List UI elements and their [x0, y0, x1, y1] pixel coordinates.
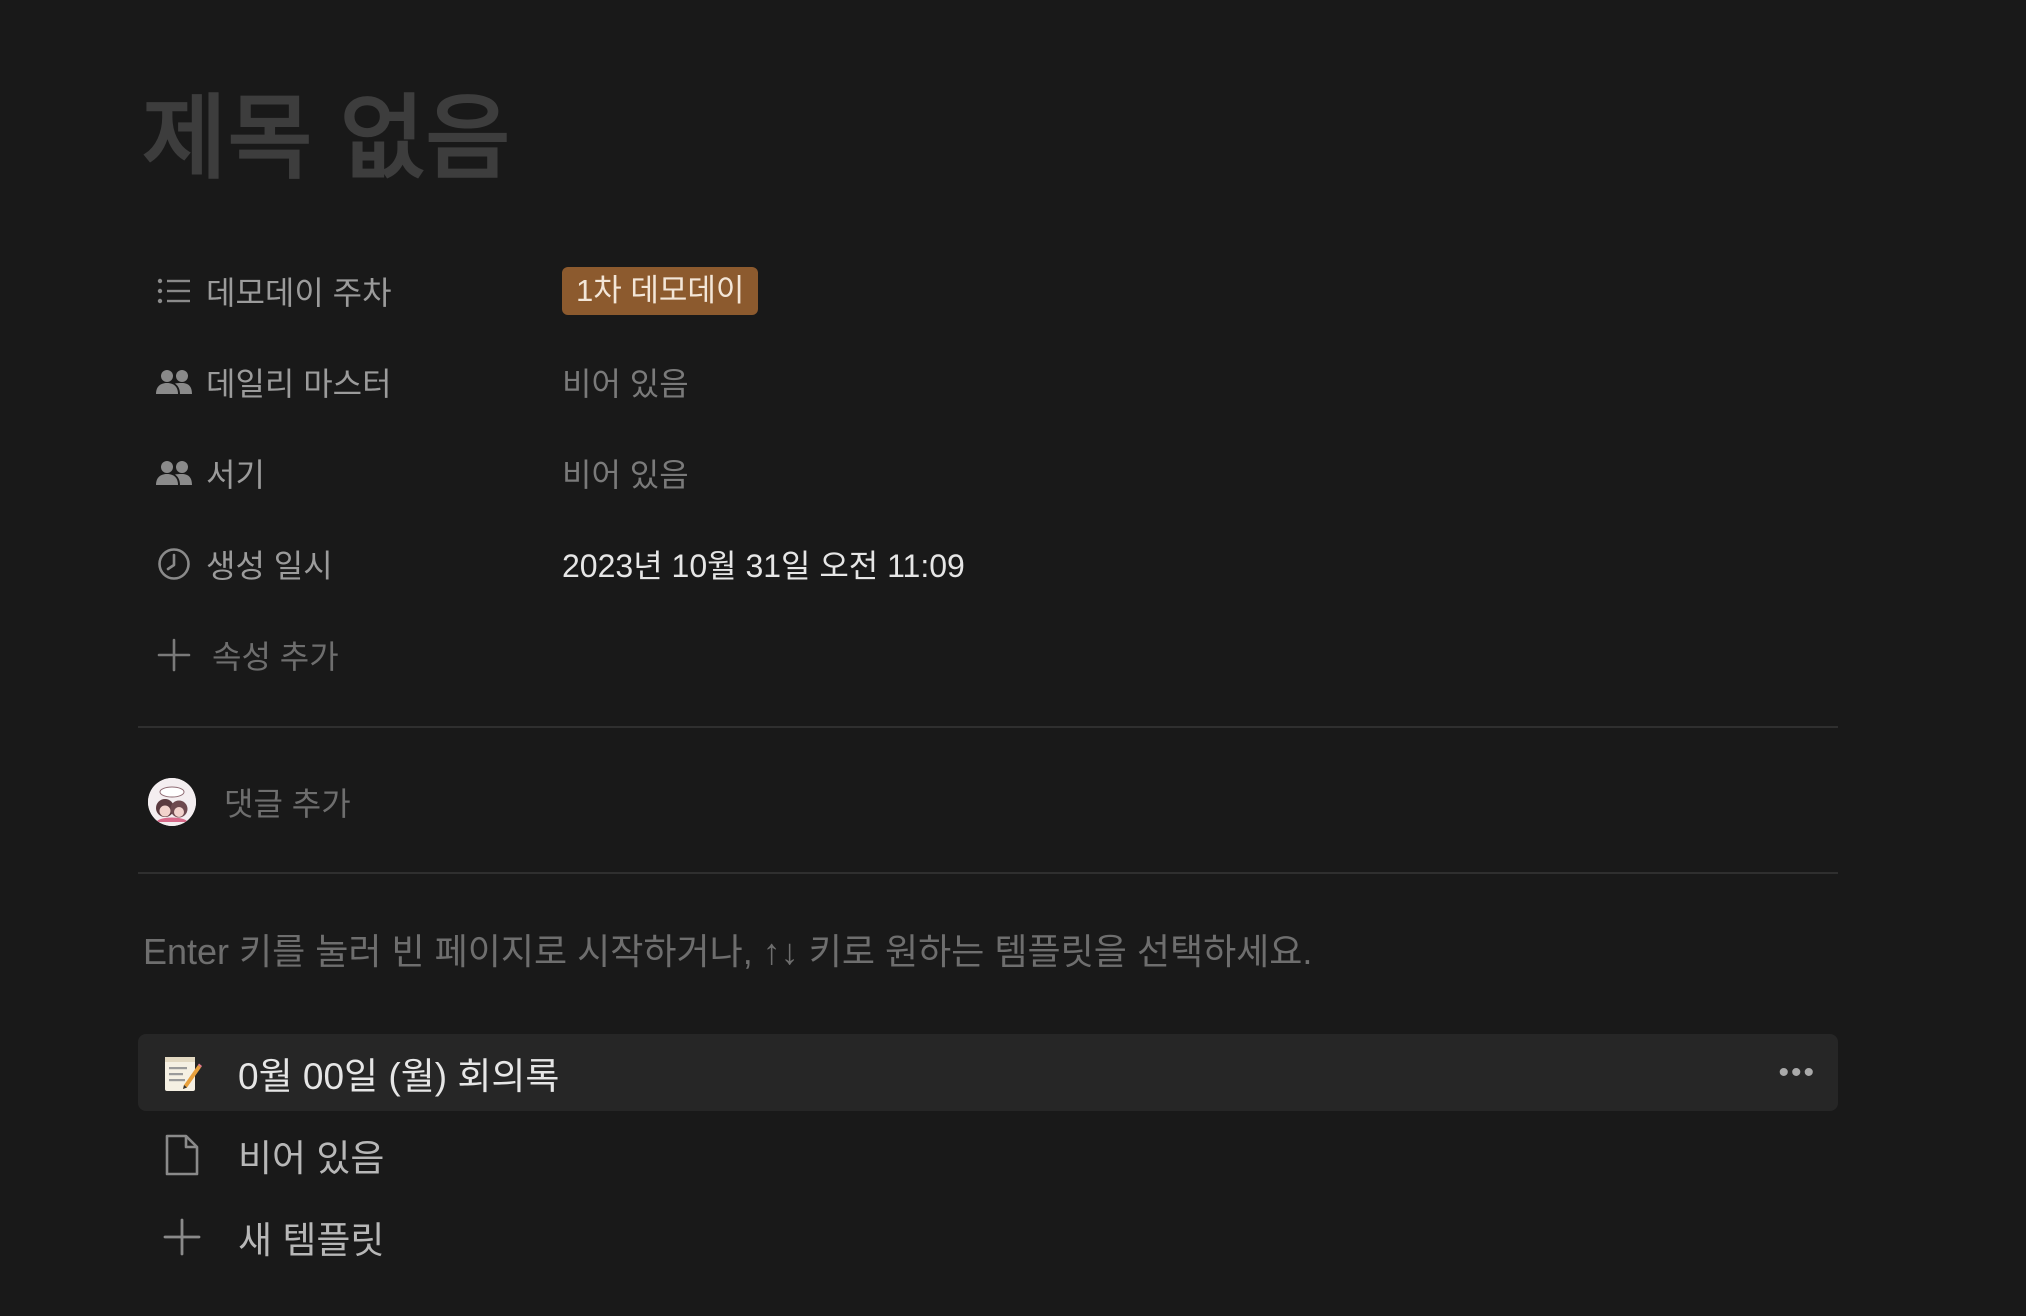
template-item-empty[interactable]: 비어 있음 — [138, 1116, 1838, 1193]
template-label: 새 템플릿 — [238, 1219, 385, 1261]
comment-input[interactable]: 댓글 추가 — [224, 779, 351, 825]
add-property-label: 속성 추가 — [212, 638, 339, 675]
property-key[interactable]: 생성 일시 — [138, 539, 562, 589]
plus-icon — [160, 1215, 204, 1259]
property-list: 데모데이 주차 1차 데모데이 데일리 마스터 비어 있음 서기 비어 있음 생… — [138, 245, 1838, 700]
plus-icon — [154, 635, 194, 675]
clock-icon — [154, 544, 194, 584]
template-hint: Enter 키를 눌러 빈 페이지로 시작하거나, ↑↓ 키로 원하는 템플릿을… — [143, 931, 1313, 972]
comment-row[interactable]: 댓글 추가 — [148, 775, 351, 829]
property-value[interactable]: 비어 있음 — [562, 359, 689, 405]
select-tag[interactable]: 1차 데모데이 — [562, 266, 759, 315]
property-value[interactable]: 비어 있음 — [562, 450, 689, 496]
property-key[interactable]: 데모데이 주차 — [138, 266, 562, 316]
more-options-icon[interactable]: ••• — [1778, 1056, 1816, 1090]
template-item-meeting-notes[interactable]: 0월 00일 (월) 회의록 ••• — [138, 1034, 1838, 1111]
template-item-new[interactable]: 새 템플릿 — [138, 1198, 1838, 1275]
divider — [138, 726, 1838, 728]
divider — [138, 872, 1838, 874]
property-value[interactable]: 1차 데모데이 — [562, 266, 759, 315]
template-label: 0월 00일 (월) 회의록 — [238, 1055, 560, 1097]
people-icon — [154, 453, 194, 493]
template-label: 비어 있음 — [238, 1137, 385, 1179]
property-key[interactable]: 서기 — [138, 448, 562, 498]
page-title[interactable]: 제목 없음 — [142, 84, 511, 194]
add-property-button[interactable]: 속성 추가 — [138, 609, 1838, 700]
template-list: 0월 00일 (월) 회의록 ••• 비어 있음 새 템플릿 — [138, 1034, 1838, 1280]
page-icon — [160, 1133, 204, 1177]
avatar — [148, 778, 196, 826]
property-key[interactable]: 데일리 마스터 — [138, 357, 562, 407]
list-icon — [154, 271, 194, 311]
property-row-secretary: 서기 비어 있음 — [138, 427, 1838, 518]
page: 제목 없음 데모데이 주차 1차 데모데이 데일리 마스터 비어 있음 서기 비… — [0, 0, 2026, 1316]
property-value[interactable]: 2023년 10월 31일 오전 11:09 — [562, 541, 965, 587]
property-key-label: 생성 일시 — [206, 547, 333, 584]
property-key-label: 데모데이 주차 — [206, 274, 392, 311]
property-key-label: 서기 — [206, 456, 265, 493]
memo-icon — [160, 1051, 204, 1095]
people-icon — [154, 362, 194, 402]
property-key-label: 데일리 마스터 — [206, 365, 392, 402]
property-row-demo-week: 데모데이 주차 1차 데모데이 — [138, 245, 1838, 336]
property-row-created-time: 생성 일시 2023년 10월 31일 오전 11:09 — [138, 518, 1838, 609]
property-row-daily-master: 데일리 마스터 비어 있음 — [138, 336, 1838, 427]
